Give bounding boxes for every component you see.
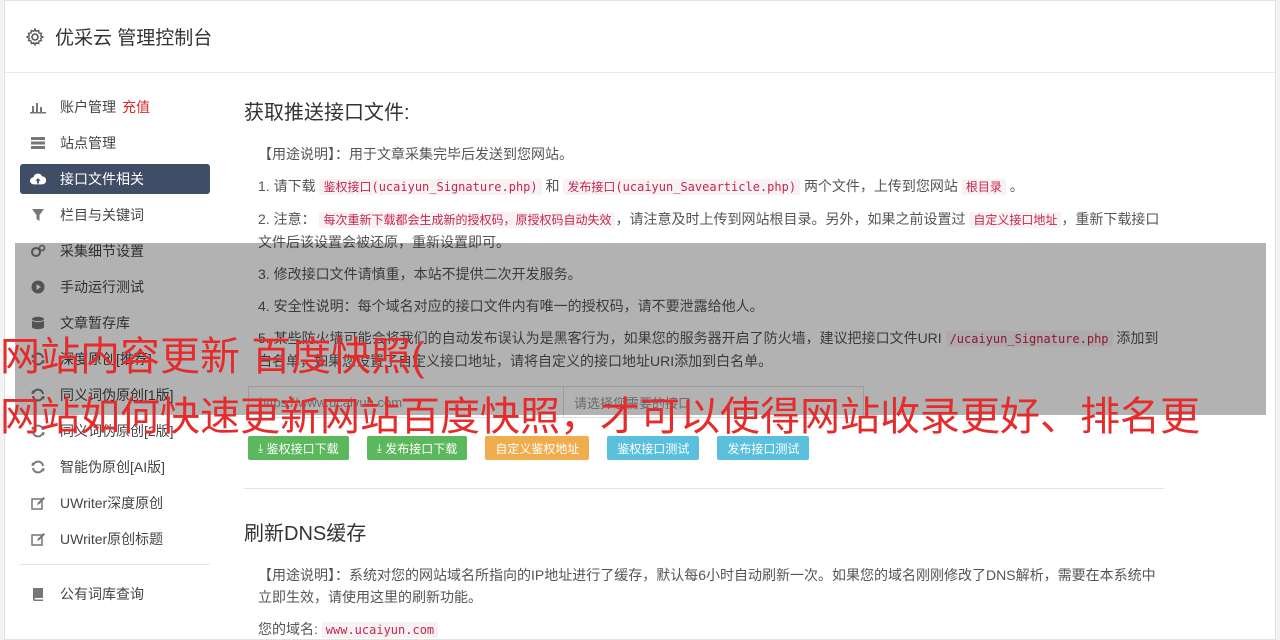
cloud-upload-icon bbox=[30, 171, 46, 187]
download-icon: ⤓ bbox=[258, 440, 267, 455]
sidebar-item-label: UWriter原创标题 bbox=[60, 531, 164, 547]
sidebar-item-label: 智能伪原创[AI版] bbox=[60, 459, 166, 475]
section-title-interface-files: 获取推送接口文件: bbox=[244, 102, 410, 124]
dns-usage-note: 【用途说明】：系统对您的网站域名所指向的IP地址进行了缓存，默认每6小时自动刷新… bbox=[244, 564, 1164, 608]
button-label: 发布接口下载 bbox=[385, 441, 458, 456]
edit-icon bbox=[30, 495, 46, 511]
sidebar-item-ai-original[interactable]: 智能伪原创[AI版] bbox=[20, 452, 210, 482]
code-custom-url: 自定义接口地址 bbox=[969, 212, 1062, 228]
sidebar-item-label: 账户管理 bbox=[60, 99, 116, 115]
sidebar-item-columns-keywords[interactable]: 栏目与关键词 bbox=[20, 200, 210, 230]
sidebar-item-label: 接口文件相关 bbox=[60, 171, 144, 187]
section-title-dns: 刷新DNS缓存 bbox=[244, 523, 367, 545]
domain-value: www.ucaiyun.com bbox=[321, 622, 439, 638]
step-text: 2. 注意： bbox=[258, 211, 316, 227]
gear-icon bbox=[25, 27, 45, 46]
edit-icon bbox=[30, 531, 46, 547]
step-text: 。 bbox=[1009, 178, 1024, 194]
code-root-dir: 根目录 bbox=[961, 179, 1006, 195]
code-warning: 每次重新下载都会生成新的授权码，原授权码自动失效 bbox=[319, 212, 616, 228]
sidebar-item-label: 公有词库查询 bbox=[60, 586, 144, 602]
domain-label: 您的域名: bbox=[258, 621, 318, 637]
page-header: 优采云 管理控制台 bbox=[5, 1, 1275, 73]
sidebar-item-label: UWriter深度原创 bbox=[60, 495, 164, 511]
overlay-caption-line-1: 网站内容更新 百度快照( bbox=[0, 335, 425, 379]
usage-text: ：系统对您的网站域名所指向的IP地址进行了缓存，默认每6小时自动刷新一次。如果您… bbox=[258, 567, 1156, 605]
server-icon bbox=[30, 135, 46, 151]
section-divider bbox=[244, 488, 1164, 489]
recharge-link[interactable]: 充值 bbox=[122, 97, 150, 117]
usage-text: ：用于文章采集完毕后发送到您网站。 bbox=[335, 146, 573, 162]
domain-row: 您的域名: www.ucaiyun.com bbox=[244, 618, 1164, 640]
code-sign-file: 鉴权接口(ucaiyun_Signature.php) bbox=[319, 179, 542, 195]
sidebar-divider bbox=[20, 564, 210, 565]
usage-label: 【用途说明】 bbox=[258, 567, 335, 583]
code-publish-file: 发布接口(ucaiyun_Savearticle.php) bbox=[563, 179, 801, 195]
sidebar-item-label: 栏目与关键词 bbox=[60, 207, 144, 223]
sidebar-item-uwriter-deep[interactable]: UWriter深度原创 bbox=[20, 488, 210, 518]
sidebar-item-account[interactable]: 账户管理 充值 bbox=[20, 92, 210, 122]
sidebar-item-uwriter-title[interactable]: UWriter原创标题 bbox=[20, 524, 210, 554]
step-text: 和 bbox=[545, 178, 560, 194]
step-text: 1. 请下载 bbox=[258, 178, 316, 194]
filter-icon bbox=[30, 207, 46, 223]
sidebar-item-label: 站点管理 bbox=[60, 135, 116, 151]
download-icon: ⤓ bbox=[376, 440, 386, 455]
book-icon bbox=[30, 586, 46, 602]
step-1: 1. 请下载 鉴权接口(ucaiyun_Signature.php) 和 发布接… bbox=[244, 175, 1164, 198]
refresh-icon bbox=[30, 459, 46, 475]
sidebar-item-public-lexicon[interactable]: 公有词库查询 bbox=[20, 579, 210, 609]
step-text: 两个文件，上传到您网站 bbox=[803, 178, 958, 194]
overlay-caption-line-2: 网站如何快速更新网站百度快照，才可以使得网站收录更好、排名更 bbox=[0, 395, 1200, 439]
usage-label: 【用途说明】 bbox=[258, 146, 335, 162]
step-text: ，请注意及时上传到网站根目录。另外，如果之前设置过 bbox=[615, 211, 966, 227]
button-label: 鉴权接口下载 bbox=[266, 441, 339, 456]
usage-note: 【用途说明】：用于文章采集完毕后发送到您网站。 bbox=[244, 143, 1164, 165]
sidebar-item-interface-files[interactable]: 接口文件相关 bbox=[20, 164, 210, 194]
page-title: 优采云 管理控制台 bbox=[55, 28, 213, 49]
bar-chart-icon bbox=[30, 99, 46, 115]
sidebar-item-sites[interactable]: 站点管理 bbox=[20, 128, 210, 158]
